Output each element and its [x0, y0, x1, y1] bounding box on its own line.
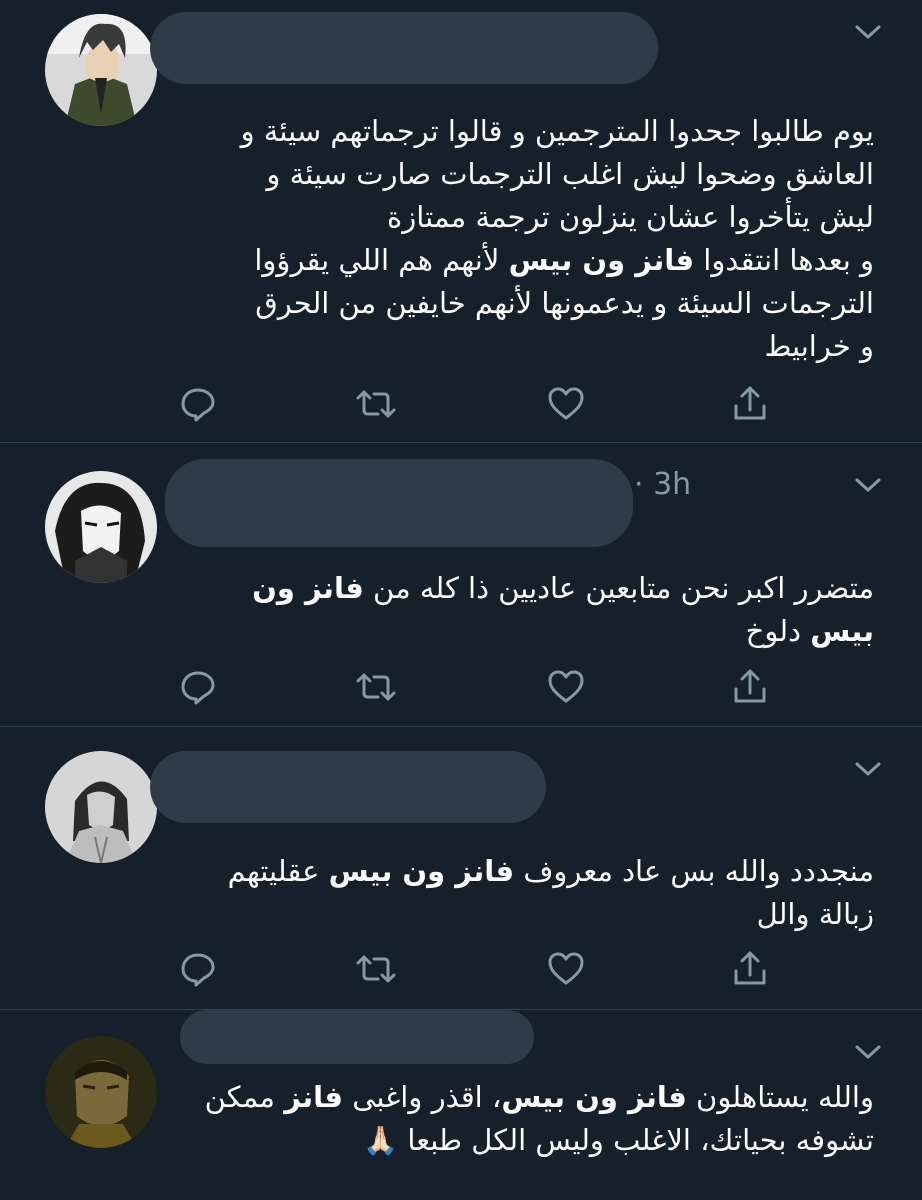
tweet-actions: [0, 384, 922, 424]
share-icon[interactable]: [730, 667, 770, 707]
tweet[interactable]: والله يستاهلون فانز ون بيس، اقذر واغبى ف…: [0, 1010, 922, 1200]
like-icon[interactable]: [546, 667, 586, 707]
text-run: الترجمات السيئة و يدعمونها لأنهم خايفين …: [255, 286, 874, 320]
tweet-actions: [0, 667, 922, 707]
tweet-text-line: يوم طالبوا جحدوا المترجمين و قالوا ترجما…: [241, 110, 874, 153]
tweet-text-line: ليش يتأخروا عشان ينزلون ترجمة ممتازة: [241, 196, 874, 239]
hashtag-text: فانز ون: [252, 571, 364, 605]
tweet[interactable]: منجددد والله بس عاد معروف فانز ون بيس عق…: [0, 727, 922, 1010]
text-run: عقليتهم: [227, 854, 329, 888]
text-run: يوم طالبوا جحدوا المترجمين و قالوا ترجما…: [240, 114, 874, 148]
hashtag-text: فانز ون بيس: [508, 243, 695, 277]
text-run: تشوفه بحياتك، الاغلب وليس الكل طبعا: [398, 1123, 874, 1157]
like-icon[interactable]: [546, 384, 586, 424]
retweet-icon[interactable]: [356, 949, 396, 989]
hashtag-text: فانز ون بيس: [501, 1080, 687, 1114]
tweet-text-line: الترجمات السيئة و يدعمونها لأنهم خايفين …: [241, 282, 874, 325]
folded-hands-emoji: 🙏🏻: [363, 1124, 399, 1157]
share-icon[interactable]: [730, 384, 770, 424]
tweet-text-line: منجددد والله بس عاد معروف فانز ون بيس عق…: [228, 850, 874, 893]
retweet-icon[interactable]: [356, 384, 396, 424]
tweet-text: منجددد والله بس عاد معروف فانز ون بيس عق…: [228, 850, 874, 936]
tweet-text-line: العاشق وضحوا ليش اغلب الترجمات صارت سيئة…: [241, 153, 874, 196]
reply-icon[interactable]: [178, 384, 218, 424]
tweet-text-line: بيس دلوخ: [252, 610, 874, 653]
tweet[interactable]: يوم طالبوا جحدوا المترجمين و قالوا ترجما…: [0, 0, 922, 443]
chevron-down-icon[interactable]: [852, 475, 884, 495]
text-run: العاشق وضحوا ليش اغلب الترجمات صارت سيئة…: [266, 157, 874, 191]
tweet-text-line: و بعدها انتقدوا فانز ون بيس لأنهم هم الل…: [241, 239, 874, 282]
avatar[interactable]: [45, 14, 157, 126]
text-run: و بعدها انتقدوا: [694, 243, 874, 277]
tweet-text-line: والله يستاهلون فانز ون بيس، اقذر واغبى ف…: [205, 1076, 874, 1119]
text-run: ممكن: [204, 1080, 285, 1114]
tweet-text-line: و خرابيط: [241, 325, 874, 368]
redacted-username: [180, 1010, 534, 1064]
reply-icon[interactable]: [178, 949, 218, 989]
tweet-text: والله يستاهلون فانز ون بيس، اقذر واغبى ف…: [205, 1076, 874, 1162]
tweet-text-line: متضرر اكبر نحن متابعين عاديين ذا كله من …: [252, 567, 874, 610]
text-run: ، اقذر واغبى: [343, 1080, 502, 1114]
share-icon[interactable]: [730, 949, 770, 989]
like-icon[interactable]: [546, 949, 586, 989]
chevron-down-icon[interactable]: [852, 22, 884, 42]
text-run: ليش يتأخروا عشان ينزلون ترجمة ممتازة: [387, 200, 874, 234]
hashtag-text: فانز ون بيس: [328, 854, 515, 888]
avatar[interactable]: [45, 471, 157, 583]
hashtag-text: فانز: [284, 1080, 343, 1114]
tweet-text-line: تشوفه بحياتك، الاغلب وليس الكل طبعا 🙏🏻: [205, 1119, 874, 1162]
text-run: زبالة والل: [756, 897, 874, 931]
timestamp[interactable]: · 3h: [634, 467, 691, 502]
text-run: و خرابيط: [764, 329, 874, 363]
text-run: دلوخ: [745, 614, 811, 648]
redacted-username: [165, 459, 633, 547]
text-run: منجددد والله بس عاد معروف: [514, 854, 874, 888]
text-run: لأنهم هم اللي يقرؤوا: [254, 243, 509, 277]
tweet-actions: [0, 949, 922, 989]
tweet[interactable]: · 3h متضرر اكبر نحن متابعين عاديين ذا كل…: [0, 443, 922, 727]
tweet-text-line: زبالة والل: [228, 893, 874, 936]
chevron-down-icon[interactable]: [852, 759, 884, 779]
tweet-text: يوم طالبوا جحدوا المترجمين و قالوا ترجما…: [241, 110, 874, 368]
retweet-icon[interactable]: [356, 667, 396, 707]
reply-icon[interactable]: [178, 667, 218, 707]
redacted-username: [150, 12, 658, 84]
redacted-username: [150, 751, 546, 823]
text-run: متضرر اكبر نحن متابعين عاديين ذا كله من: [363, 571, 874, 605]
hashtag-text: بيس: [810, 614, 874, 648]
avatar[interactable]: [45, 1036, 157, 1148]
text-run: والله يستاهلون: [686, 1080, 874, 1114]
avatar[interactable]: [45, 751, 157, 863]
chevron-down-icon[interactable]: [852, 1042, 884, 1062]
tweet-text: متضرر اكبر نحن متابعين عاديين ذا كله من …: [252, 567, 874, 653]
